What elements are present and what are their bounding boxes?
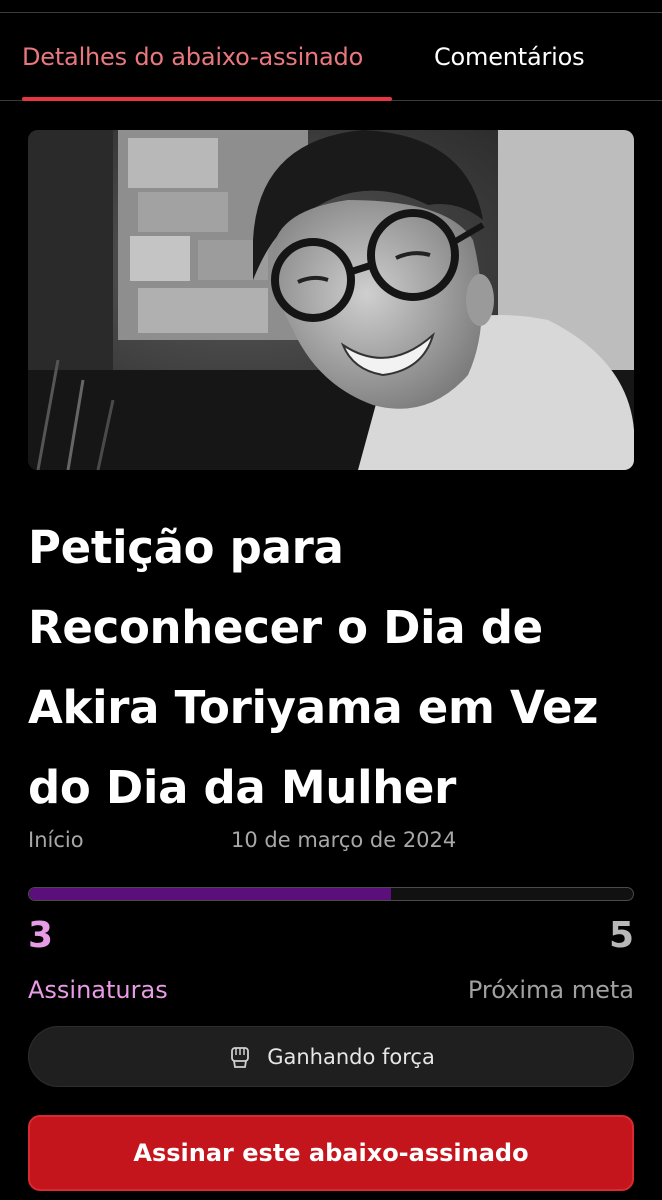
petition-title: Petição para Reconhecer o Dia de Akira T… — [28, 521, 599, 814]
signature-progress-bar — [28, 887, 634, 901]
momentum-label: Ganhando força — [267, 1044, 435, 1069]
momentum-badge[interactable]: Ganhando força — [28, 1026, 634, 1087]
fist-icon — [227, 1044, 253, 1070]
next-goal-count: 5 — [608, 915, 634, 956]
tab-bar: Detalhes do abaixo-assinado Comentários — [0, 13, 662, 101]
signatures-label: Assinaturas — [28, 976, 168, 1004]
petition-image — [28, 130, 634, 470]
start-label: Início — [28, 828, 84, 852]
tab-petition-details[interactable]: Detalhes do abaixo-assinado — [22, 13, 363, 101]
next-goal-label: Próxima meta — [467, 976, 634, 1004]
sign-petition-button[interactable]: Assinar este abaixo-assinado — [28, 1115, 634, 1191]
progress-fill — [29, 888, 392, 900]
tab-comments[interactable]: Comentários — [434, 13, 585, 101]
start-date: 10 de março de 2024 — [231, 828, 457, 852]
signature-count: 3 — [28, 915, 54, 956]
sign-petition-label: Assinar este abaixo-assinado — [133, 1139, 529, 1167]
active-tab-indicator — [22, 97, 392, 101]
